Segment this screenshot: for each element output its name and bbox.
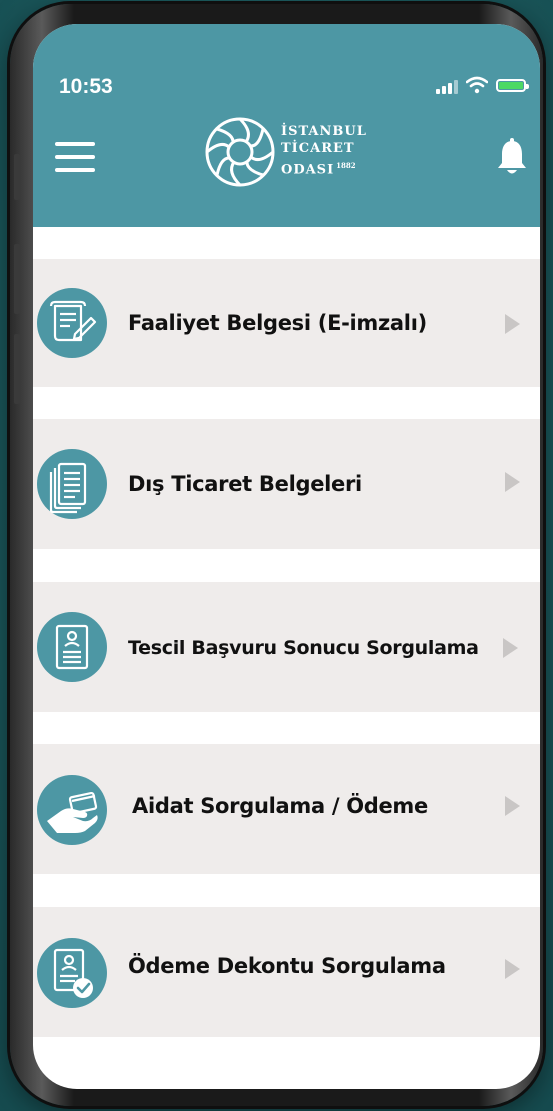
- card-payment-icon: [37, 775, 107, 845]
- signed-document-icon: [37, 288, 107, 358]
- status-time: 10:53: [59, 75, 113, 98]
- volume-up-button: [14, 244, 20, 314]
- wifi-icon: [466, 76, 488, 94]
- volume-down-button: [14, 334, 20, 404]
- hamburger-menu-icon[interactable]: [55, 142, 95, 172]
- phone-screen: 10:53 İSTANBUL TİCARET ODASI 1882 Faaliy…: [33, 24, 540, 1089]
- menu-item-label: Dış Ticaret Belgeleri: [128, 472, 362, 496]
- menu-item-label: Aidat Sorgulama / Ödeme: [132, 794, 428, 818]
- menu-item-faaliyet-belgesi[interactable]: Faaliyet Belgesi (E-imzalı): [33, 259, 540, 387]
- registration-form-icon: [37, 612, 107, 682]
- chevron-right-icon: [505, 959, 520, 979]
- signal-icon: [436, 80, 458, 94]
- verified-receipt-icon: [37, 938, 107, 1008]
- bell-icon[interactable]: [496, 137, 528, 177]
- mute-switch: [14, 154, 20, 200]
- menu-item-label: Tescil Başvuru Sonucu Sorgulama: [128, 637, 479, 659]
- menu-item-label: Ödeme Dekontu Sorgulama: [128, 954, 446, 978]
- menu-item-dis-ticaret-belgeleri[interactable]: Dış Ticaret Belgeleri: [33, 419, 540, 549]
- logo-line-3: ODASI: [281, 162, 335, 178]
- phone-frame: 10:53 İSTANBUL TİCARET ODASI 1882 Faaliy…: [10, 4, 543, 1106]
- logo-emblem-icon: [205, 117, 275, 187]
- logo-line-1: İSTANBUL: [281, 124, 367, 139]
- chevron-right-icon: [505, 314, 520, 334]
- chevron-right-icon: [503, 638, 518, 658]
- chevron-right-icon: [505, 472, 520, 492]
- app-header: 10:53 İSTANBUL TİCARET ODASI 1882: [33, 24, 540, 227]
- document-stack-icon: [37, 449, 107, 519]
- status-icons: [426, 76, 529, 96]
- battery-icon: [496, 79, 529, 92]
- menu-item-label: Faaliyet Belgesi (E-imzalı): [128, 311, 427, 335]
- logo-wordmark: İSTANBUL TİCARET ODASI 1882: [281, 123, 367, 178]
- logo-line-2: TİCARET: [281, 141, 355, 156]
- ito-logo: İSTANBUL TİCARET ODASI 1882: [201, 112, 381, 192]
- menu-item-aidat-sorgulama[interactable]: Aidat Sorgulama / Ödeme: [33, 744, 540, 874]
- menu-item-tescil-basvuru[interactable]: Tescil Başvuru Sonucu Sorgulama: [33, 582, 540, 712]
- chevron-right-icon: [505, 796, 520, 816]
- menu-item-odeme-dekontu[interactable]: Ödeme Dekontu Sorgulama: [33, 907, 540, 1037]
- logo-year: 1882: [336, 161, 356, 170]
